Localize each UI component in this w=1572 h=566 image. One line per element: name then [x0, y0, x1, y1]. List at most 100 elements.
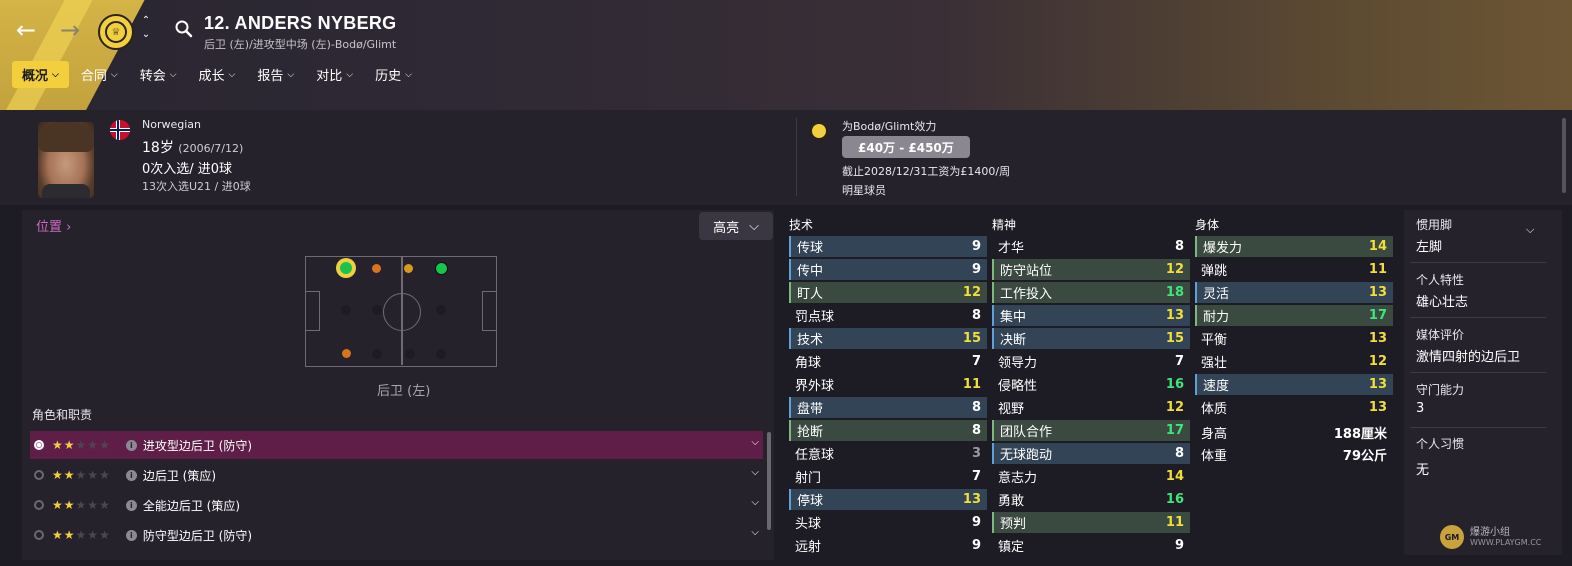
attribute-row[interactable]: 弹跳 11 [1195, 259, 1393, 280]
attribute-row[interactable]: 射门 7 [789, 466, 987, 487]
attribute-value: 16 [1165, 377, 1184, 392]
attribute-row[interactable]: 勇敢 16 [992, 489, 1190, 510]
position-link[interactable]: 位置 › [36, 216, 71, 235]
attribute-row[interactable]: 意志力 14 [992, 466, 1190, 487]
role-radio[interactable] [34, 440, 44, 450]
chevron-down-icon[interactable]: ⌵ [1526, 223, 1534, 237]
attribute-row[interactable]: 集中 13 [992, 305, 1190, 326]
habits-value: 无 [1416, 463, 1430, 478]
attribute-row[interactable]: 才华 8 [992, 236, 1190, 257]
attribute-row[interactable]: 停球 13 [789, 489, 987, 510]
attribute-row[interactable]: 远射 9 [789, 535, 987, 556]
attribute-row[interactable]: 界外球 11 [789, 374, 987, 395]
tab-development[interactable]: 成长 ⌵ [189, 61, 246, 88]
attribute-value: 13 [962, 492, 981, 507]
tab-transfer[interactable]: 转会 ⌵ [130, 61, 187, 88]
tab-overview[interactable]: 概况 ⌵ [12, 61, 69, 88]
attribute-row[interactable]: 防守站位 12 [992, 259, 1190, 280]
attribute-row[interactable]: 传中 9 [789, 259, 987, 280]
roles-scrollbar[interactable] [767, 432, 771, 530]
role-row[interactable]: ★ ★ ★ ★ ★ i 全能边后卫 (策应) ⌵ [30, 491, 763, 519]
club-crest-icon[interactable]: ♕ [98, 14, 134, 50]
player-positions-club[interactable]: 后卫 (左)/进攻型中场 (左)-Bodø/Glimt [204, 36, 396, 52]
forward-arrow-icon[interactable]: → [56, 16, 84, 44]
attribute-row[interactable]: 领导力 7 [992, 351, 1190, 372]
search-icon[interactable] [174, 19, 194, 39]
tab-history[interactable]: 历史 ⌵ [365, 61, 422, 88]
attribute-row[interactable]: 侵略性 16 [992, 374, 1190, 395]
role-radio[interactable] [34, 500, 44, 510]
attribute-row[interactable]: 工作投入 18 [992, 282, 1190, 303]
chevron-down-icon[interactable]: ⌵ [751, 497, 759, 508]
attribute-name: 耐力 [1203, 310, 1230, 325]
club-badge-icon[interactable] [810, 122, 828, 140]
role-row[interactable]: ★ ★ ★ ★ ★ i 边后卫 (策应) ⌵ [30, 461, 763, 489]
attribute-row[interactable]: 角球 7 [789, 351, 987, 372]
side-divider [1410, 372, 1546, 373]
player-switcher-updown-icon[interactable]: ⌃ ⌄ [140, 14, 152, 42]
attribute-name: 传球 [797, 241, 824, 256]
attribute-row[interactable]: 传球 9 [789, 236, 987, 257]
chevron-down-icon: ⌵ [287, 69, 295, 80]
attribute-value: 12 [1368, 354, 1387, 369]
chevron-down-icon[interactable]: ⌵ [751, 527, 759, 538]
info-icon[interactable]: i [125, 529, 137, 541]
attribute-row[interactable]: 技术 15 [789, 328, 987, 349]
attribute-name: 任意球 [795, 448, 835, 463]
attribute-name: 抢断 [797, 425, 824, 440]
role-name: 全能边后卫 (策应) [142, 498, 241, 513]
tab-compare[interactable]: 对比 ⌵ [306, 61, 363, 88]
info-scrollbar[interactable] [1562, 118, 1566, 193]
role-stars: ★ ★ ★ ★ ★ [52, 438, 110, 452]
role-row[interactable]: ★ ★ ★ ★ ★ i 防守型边后卫 (防守) ⌵ [30, 521, 763, 549]
info-icon[interactable]: i [125, 469, 137, 481]
tab-reports[interactable]: 报告 ⌵ [247, 61, 304, 88]
attribute-name: 领导力 [998, 356, 1038, 371]
attribute-row[interactable]: 强壮 12 [1195, 351, 1393, 372]
info-icon[interactable]: i [125, 439, 137, 451]
attribute-row[interactable]: 预判 11 [992, 512, 1190, 533]
mental-heading: 精神 [992, 218, 1017, 232]
role-row[interactable]: ★ ★ ★ ★ ★ i 进攻型边后卫 (防守) ⌵ [30, 431, 763, 459]
attribute-row[interactable]: 平衡 13 [1195, 328, 1393, 349]
attribute-row[interactable]: 盯人 12 [789, 282, 987, 303]
goalkeeping-label: 守门能力 [1416, 383, 1465, 397]
goalkeeping-value: 3 [1416, 401, 1425, 416]
attribute-row[interactable]: 视野 12 [992, 397, 1190, 418]
attribute-row[interactable]: 抢断 8 [789, 420, 987, 441]
role-radio[interactable] [34, 470, 44, 480]
attribute-row[interactable]: 爆发力 14 [1195, 236, 1393, 257]
back-arrow-icon[interactable]: ← [12, 16, 40, 44]
traits-label: 个人特性 [1416, 273, 1465, 287]
attribute-row[interactable]: 头球 9 [789, 512, 987, 533]
weight-value: 79公斤 [1342, 449, 1387, 464]
attribute-row[interactable]: 灵活 13 [1195, 282, 1393, 303]
attribute-row[interactable]: 任意球 3 [789, 443, 987, 464]
tab-label: 历史 [375, 69, 402, 84]
attribute-row[interactable]: 决断 15 [992, 328, 1190, 349]
chevron-down-icon[interactable]: ⌵ [751, 437, 759, 448]
watermark: GM 爆游小组 WWW.PLAYGM.CC [1440, 525, 1541, 549]
attribute-row[interactable]: 镇定 9 [992, 535, 1190, 556]
attribute-row[interactable]: 体质 13 [1195, 397, 1393, 418]
attribute-row[interactable]: 速度 13 [1195, 374, 1393, 395]
plays-for[interactable]: 为Bodø/Glimt效力 [842, 118, 936, 134]
attribute-row[interactable]: 无球跑动 8 [992, 443, 1190, 464]
technical-heading: 技术 [789, 218, 814, 232]
norway-flag-icon[interactable] [110, 120, 130, 140]
attribute-value: 12 [1165, 400, 1184, 415]
nationality[interactable]: Norwegian [142, 118, 201, 131]
highlight-dropdown[interactable]: 高亮 ⌵ [699, 212, 773, 240]
role-radio[interactable] [34, 530, 44, 540]
position-dot-awkward [404, 264, 413, 273]
attribute-row[interactable]: 盘带 8 [789, 397, 987, 418]
attribute-row[interactable]: 耐力 17 [1195, 305, 1393, 326]
tab-contract[interactable]: 合同 ⌵ [71, 61, 128, 88]
attribute-name: 盘带 [797, 402, 824, 417]
attribute-row[interactable]: 团队合作 17 [992, 420, 1190, 441]
value-badge[interactable]: £40万 - £450万 [842, 136, 970, 158]
attribute-row[interactable]: 罚点球 8 [789, 305, 987, 326]
chevron-down-icon[interactable]: ⌵ [751, 467, 759, 478]
info-icon[interactable]: i [125, 499, 137, 511]
chevron-down-icon: ⌵ [346, 69, 354, 80]
